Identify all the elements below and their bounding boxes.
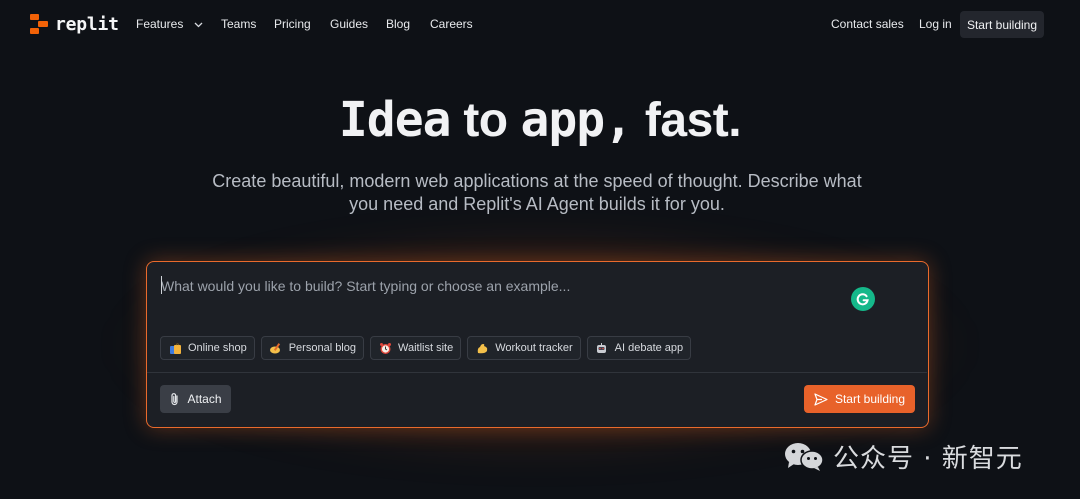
chip-label: Online shop <box>188 342 247 354</box>
nav-pricing[interactable]: Pricing <box>274 16 311 32</box>
chip-workout-tracker[interactable]: Workout tracker <box>467 336 581 360</box>
hero-title-word-app: app, <box>520 92 633 148</box>
start-building-submit-button[interactable]: Start building <box>804 385 915 413</box>
alarm-clock-icon <box>378 341 392 355</box>
prompt-input[interactable] <box>161 276 781 296</box>
send-icon <box>814 392 828 406</box>
writing-hand-icon <box>269 341 283 355</box>
top-navigation: replit Features Teams Pricing Guides Blo… <box>0 0 1080 48</box>
example-chips: Online shop Personal blog Waitlist site … <box>160 336 692 360</box>
log-in-link[interactable]: Log in <box>919 16 952 32</box>
hero-title-word-idea: Idea <box>338 92 452 148</box>
chip-label: Waitlist site <box>398 342 454 354</box>
robot-face-icon <box>595 341 609 355</box>
logo-text: replit <box>55 13 119 35</box>
start-building-nav-button[interactable]: Start building <box>960 11 1044 38</box>
card-divider <box>147 372 927 373</box>
hero-title-word-to: to <box>450 94 521 147</box>
prompt-card: Online shop Personal blog Waitlist site … <box>146 261 929 428</box>
chip-label: Personal blog <box>288 342 356 354</box>
nav-careers[interactable]: Careers <box>430 16 473 32</box>
chip-label: Workout tracker <box>495 342 573 354</box>
text-caret <box>161 276 162 294</box>
attach-button[interactable]: Attach <box>160 385 231 413</box>
wechat-icon <box>785 443 824 471</box>
nav-blog[interactable]: Blog <box>386 16 410 32</box>
chip-personal-blog[interactable]: Personal blog <box>260 336 364 360</box>
replit-logo[interactable]: replit <box>30 13 119 35</box>
nav-features[interactable]: Features <box>136 16 203 32</box>
chip-online-shop[interactable]: Online shop <box>160 336 255 360</box>
hero-title: Idea to app, fast. <box>0 90 1080 151</box>
flexed-biceps-icon <box>475 341 489 355</box>
paperclip-icon <box>171 393 179 406</box>
watermark-text: 公众号 · 新智元 <box>833 443 1023 474</box>
hero-subtitle: Create beautiful, modern web application… <box>212 171 862 214</box>
chevron-down-icon <box>194 22 203 28</box>
attach-label: Attach <box>187 392 222 406</box>
start-building-label: Start building <box>834 392 906 406</box>
grammarly-g-glyph <box>856 293 869 306</box>
nav-features-label: Features <box>136 17 184 31</box>
chip-label: AI debate app <box>614 342 684 354</box>
hero-title-word-fast: fast. <box>632 94 742 147</box>
wechat-watermark: 公众号 · 新智元 <box>783 440 1023 474</box>
contact-sales-link[interactable]: Contact sales <box>831 16 904 32</box>
nav-teams[interactable]: Teams <box>221 16 256 32</box>
chip-waitlist-site[interactable]: Waitlist site <box>370 336 462 360</box>
replit-logo-icon <box>30 14 48 34</box>
replit-landing-page: replit Features Teams Pricing Guides Blo… <box>0 0 1080 499</box>
nav-guides[interactable]: Guides <box>330 16 368 32</box>
shopping-bags-icon <box>168 341 182 355</box>
grammarly-icon[interactable] <box>851 287 875 311</box>
chip-ai-debate-app[interactable]: AI debate app <box>586 336 692 360</box>
